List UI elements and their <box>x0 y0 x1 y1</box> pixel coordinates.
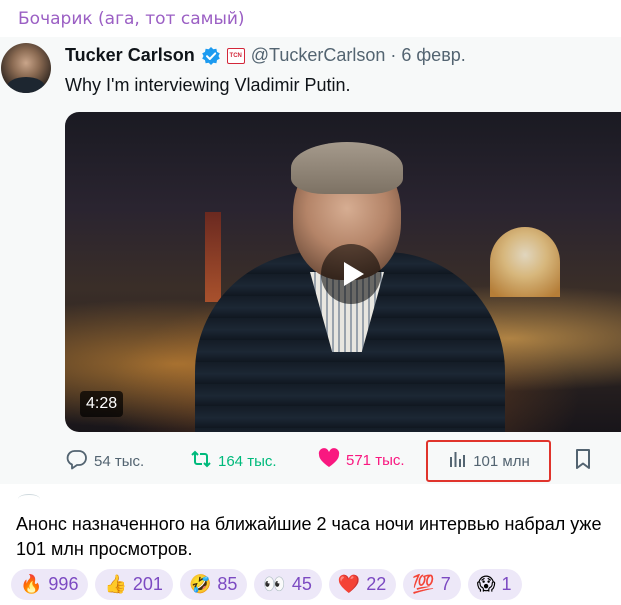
views-button[interactable]: 101 млн <box>426 440 551 482</box>
bookmark-button[interactable] <box>573 448 593 474</box>
affiliate-badge-icon: TCN <box>226 47 245 64</box>
rofl-icon: 🤣 <box>188 573 212 595</box>
tweet-author-row: Tucker Carlson TCN @TuckerCarlson · 6 фе… <box>65 45 466 66</box>
views-count: 101 млн <box>473 452 530 470</box>
author-name[interactable]: Tucker Carlson <box>65 45 195 66</box>
quote-divider <box>18 494 40 504</box>
reaction-fire[interactable]: 🔥 996 <box>11 569 89 600</box>
reply-count: 54 тыс. <box>94 452 145 470</box>
author-handle[interactable]: @TuckerCarlson <box>251 45 386 66</box>
reaction-count: 201 <box>132 574 163 594</box>
reaction-heart[interactable]: ❤️ 22 <box>328 569 397 600</box>
reply-icon <box>66 448 88 474</box>
bookmark-icon <box>573 448 593 474</box>
eyes-icon: 👀 <box>263 573 286 595</box>
tweet-date[interactable]: 6 февр. <box>401 45 465 66</box>
play-icon[interactable] <box>321 244 381 304</box>
sender-name[interactable]: Бочарик (ага, тот самый) <box>18 9 245 29</box>
retweet-icon <box>190 448 212 474</box>
reaction-eyes[interactable]: 👀 45 <box>254 569 322 600</box>
retweet-button[interactable]: 164 тыс. <box>190 448 277 474</box>
tweet-text: Why I'm interviewing Vladimir Putin. <box>65 75 351 95</box>
separator-dot: · <box>390 45 397 65</box>
affiliate-badge-label: TCN <box>229 52 242 59</box>
reaction-count: 7 <box>440 574 451 594</box>
fire-icon: 🔥 <box>20 573 43 595</box>
screaming-face-icon: 😱 <box>476 573 496 595</box>
reply-button[interactable]: 54 тыс. <box>66 448 144 474</box>
retweet-count: 164 тыс. <box>218 452 277 470</box>
author-avatar[interactable] <box>1 43 51 93</box>
reaction-count: 22 <box>366 574 387 594</box>
message-text: Анонс назначенного на ближайшие 2 часа н… <box>16 514 602 559</box>
reaction-thumbs-up[interactable]: 👍 201 <box>95 569 173 600</box>
thumbs-up-icon: 👍 <box>104 573 127 595</box>
reaction-count: 996 <box>48 574 79 594</box>
reactions-bar: 🔥 996 👍 201 🤣 85 👀 45 ❤️ 22 💯 7 😱 1 <box>11 569 529 600</box>
verified-badge-icon <box>201 46 221 66</box>
reaction-rofl[interactable]: 🤣 85 <box>179 569 248 600</box>
views-chart-icon <box>447 449 467 473</box>
heart-icon <box>318 448 340 472</box>
video-duration: 4:28 <box>80 391 124 417</box>
reaction-count: 1 <box>501 574 512 594</box>
hundred-points-icon: 💯 <box>412 573 435 595</box>
reaction-count: 85 <box>217 574 238 594</box>
reaction-hundred[interactable]: 💯 7 <box>403 569 461 600</box>
reaction-scream[interactable]: 😱 1 <box>467 569 522 600</box>
like-count: 571 тыс. <box>346 451 405 469</box>
reaction-count: 45 <box>291 574 312 594</box>
like-button[interactable]: 571 тыс. <box>318 448 405 472</box>
red-heart-icon: ❤️ <box>337 573 361 595</box>
